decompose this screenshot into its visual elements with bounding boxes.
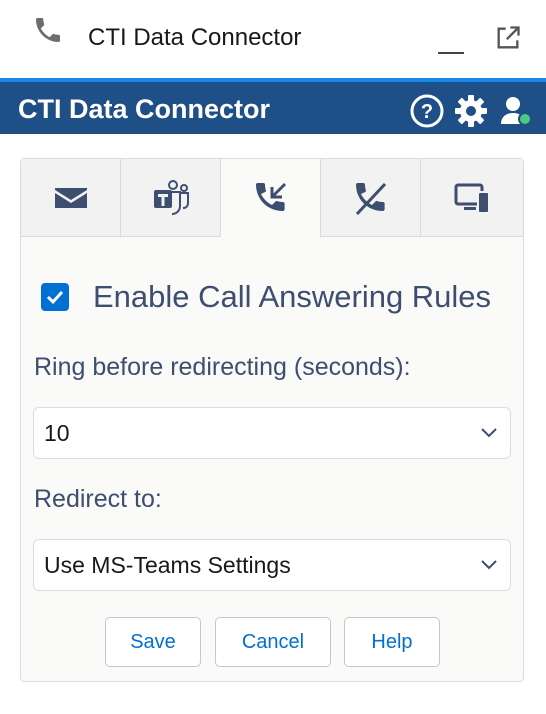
redirect-to-select[interactable]: Use MS-Teams Settings xyxy=(33,539,511,591)
ring-seconds-value: 10 xyxy=(44,420,70,446)
utility-bar-title: CTI Data Connector xyxy=(88,24,302,51)
tab-call-answering[interactable] xyxy=(221,159,321,237)
enable-rules-row: Enable Call Answering Rules xyxy=(41,277,491,317)
tab-devices[interactable] xyxy=(421,159,523,237)
utility-bar-header: CTI Data Connector xyxy=(0,0,546,78)
redirect-label: Redirect to: xyxy=(34,485,162,513)
user-status-icon[interactable] xyxy=(498,94,534,128)
envelope-icon xyxy=(54,187,87,208)
popout-icon[interactable] xyxy=(494,24,522,52)
tab-missed-call[interactable] xyxy=(321,159,421,237)
tab-teams[interactable] xyxy=(121,159,221,237)
tab-bar xyxy=(21,159,523,237)
app-title: CTI Data Connector xyxy=(18,94,271,124)
enable-call-answering-checkbox[interactable] xyxy=(41,283,69,311)
help-button[interactable]: Help xyxy=(344,617,440,667)
redirect-to-value: Use MS-Teams Settings xyxy=(44,552,291,578)
devices-icon xyxy=(454,183,490,214)
gear-icon[interactable] xyxy=(454,94,488,128)
app-header-bar: CTI Data Connector ? xyxy=(0,78,546,134)
ring-seconds-select[interactable]: 10 xyxy=(33,407,511,459)
phone-icon xyxy=(36,18,60,42)
enable-call-answering-label: Enable Call Answering Rules xyxy=(93,279,492,314)
checkmark-icon xyxy=(46,290,64,305)
missed-call-icon xyxy=(355,182,386,215)
incoming-call-icon xyxy=(255,182,286,211)
svg-text:?: ? xyxy=(421,101,433,123)
save-button[interactable]: Save xyxy=(105,617,201,667)
tab-email[interactable] xyxy=(21,159,121,237)
chevron-down-icon xyxy=(481,428,497,438)
minimize-button[interactable] xyxy=(438,28,466,54)
cancel-button[interactable]: Cancel xyxy=(215,617,331,667)
connector-panel: Enable Call Answering Rules Ring before … xyxy=(20,158,524,682)
help-icon[interactable]: ? xyxy=(410,94,444,128)
chevron-down-icon xyxy=(481,560,497,570)
ring-label: Ring before redirecting (seconds): xyxy=(34,353,411,381)
ms-teams-icon xyxy=(153,179,189,215)
call-answering-settings: Enable Call Answering Rules Ring before … xyxy=(21,237,523,681)
